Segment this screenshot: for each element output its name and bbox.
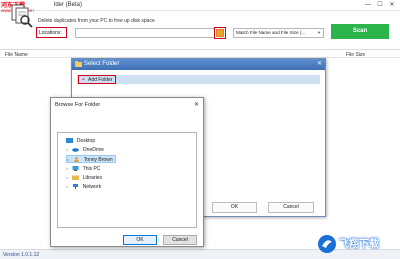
add-folder-label: Add Folder	[88, 77, 113, 83]
app-description: Delete duplicates from your PC to free u…	[38, 18, 155, 24]
browse-ok-button[interactable]: OK	[123, 235, 157, 245]
minimize-button[interactable]: —	[362, 1, 374, 10]
close-icon[interactable]: ✕	[194, 101, 199, 108]
expand-icon[interactable]: >	[66, 183, 71, 191]
tree-item-label: Network	[82, 184, 102, 190]
tree-item-this-pc[interactable]: > This PC	[66, 165, 100, 173]
user-icon	[74, 157, 80, 163]
tree-item-label: This PC	[82, 166, 101, 172]
chevron-down-icon: ▼	[317, 30, 321, 35]
computer-icon	[72, 166, 79, 172]
expand-icon[interactable]: >	[66, 165, 71, 173]
network-icon	[73, 184, 79, 190]
browse-for-folder-dialog: Browse For Folder ✕ Desktop > OneDrive >…	[50, 97, 204, 247]
close-icon[interactable]: ✕	[317, 60, 322, 67]
watermark-logo-text: 飞翔下载	[339, 239, 379, 250]
results-list-header: File Name File Size	[0, 49, 400, 58]
scan-button[interactable]: Scan	[331, 24, 389, 39]
maximize-button[interactable]: ☐	[374, 1, 386, 10]
tree-item-onedrive[interactable]: > OneDrive	[66, 146, 104, 154]
select-ok-button[interactable]: OK	[212, 202, 257, 213]
tree-item-label: Desktop	[76, 138, 96, 144]
tree-item-label: Tonny Brown	[83, 157, 113, 163]
browse-dialog-title: Browse For Folder	[55, 102, 101, 108]
folder-icon	[75, 61, 82, 67]
folder-tree[interactable]: Desktop > OneDrive > Tonny Brown > This …	[57, 132, 197, 228]
library-icon	[72, 175, 80, 181]
app-window: lder (Beta) — ☐ ✕ 河东下载 www.FXXZ.com Dele…	[0, 0, 400, 259]
window-controls: — ☐ ✕	[362, 1, 398, 10]
tree-item-user[interactable]: > Tonny Brown	[66, 155, 116, 163]
folder-icon	[216, 29, 224, 37]
watermark-logo-icon	[318, 235, 336, 253]
match-criteria-select[interactable]: Match File Name and File Size (... ▼	[233, 28, 324, 38]
cloud-icon	[72, 148, 80, 152]
tree-item-label: OneDrive	[82, 147, 104, 153]
browse-folder-button[interactable]	[214, 27, 226, 39]
tree-item-desktop[interactable]: Desktop	[60, 137, 95, 145]
location-path-input[interactable]	[75, 28, 215, 38]
column-file-name[interactable]: File Name	[5, 52, 28, 58]
watermark-logo: 飞翔下载	[316, 232, 400, 256]
browse-cancel-button[interactable]: Cancel	[163, 235, 197, 245]
version-label: Version 1.0.1.12	[3, 252, 40, 258]
tree-item-network[interactable]: > Network	[66, 183, 101, 191]
select-cancel-button[interactable]: Cancel	[268, 202, 314, 213]
tree-item-libraries[interactable]: > Libraries	[66, 174, 102, 182]
plus-icon: +	[82, 77, 85, 83]
window-title: lder (Beta)	[54, 2, 83, 8]
title-bar: lder (Beta) — ☐ ✕	[0, 0, 400, 11]
locations-label: Locations:	[39, 30, 62, 36]
select-folder-title: Select Folder	[84, 61, 120, 67]
expand-icon[interactable]: >	[66, 146, 71, 154]
close-button[interactable]: ✕	[386, 1, 398, 10]
column-file-size[interactable]: File Size	[346, 52, 365, 58]
select-folder-titlebar: Select Folder ✕	[72, 59, 325, 70]
expand-icon[interactable]: >	[66, 174, 71, 182]
expand-icon[interactable]: >	[67, 156, 72, 164]
desktop-icon	[66, 138, 74, 144]
tree-item-label: Libraries	[82, 175, 102, 181]
duplicate-files-icon	[11, 4, 33, 28]
match-criteria-value: Match File Name and File Size (...	[236, 30, 306, 35]
